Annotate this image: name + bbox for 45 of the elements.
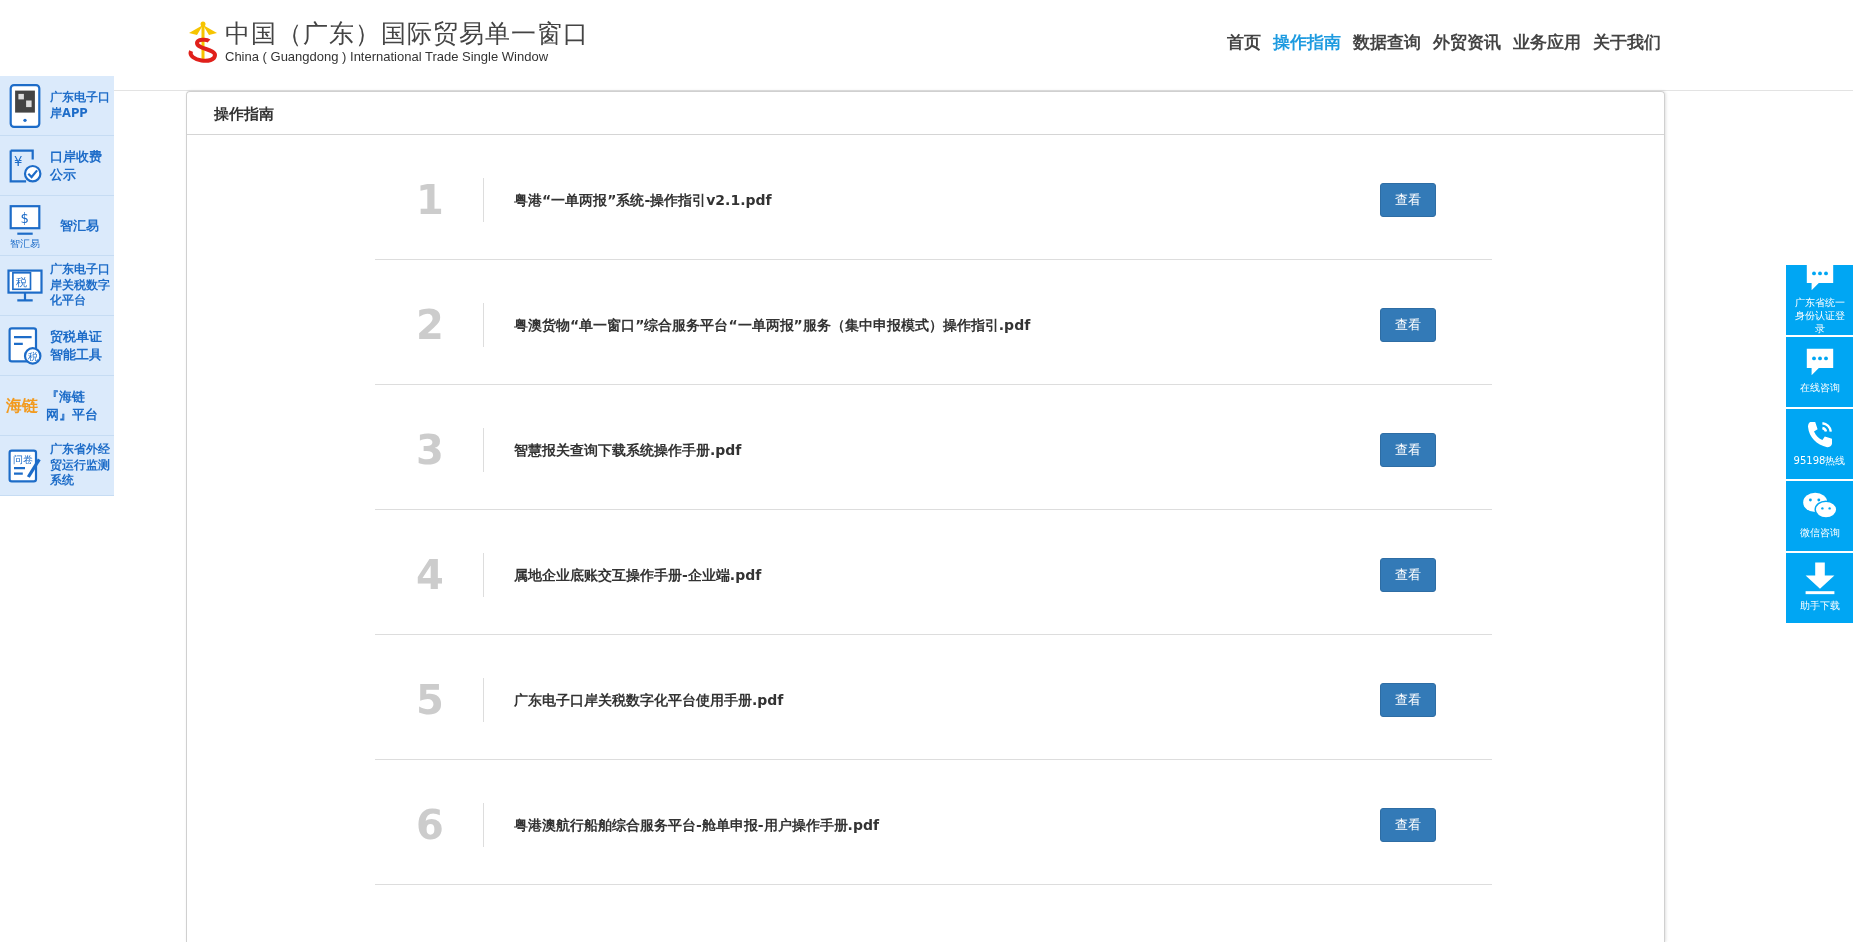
nav-link[interactable]: 外贸资讯 <box>1429 30 1505 56</box>
nav-link[interactable]: 数据查询 <box>1349 30 1425 56</box>
sidebar-link[interactable]: 广东电子口岸APP <box>0 76 114 136</box>
sidebar-label: 广东省外经贸运行监测系统 <box>50 442 110 489</box>
side-service-link[interactable]: 95198热线 <box>1786 409 1853 479</box>
side-service-link[interactable]: 广东省统一身份认证登录 <box>1786 265 1853 335</box>
sidebar-label: 广东电子口岸APP <box>50 90 110 121</box>
service-label: 广东省统一身份认证登录 <box>1793 296 1846 335</box>
nav-link[interactable]: 操作指南 <box>1269 30 1345 56</box>
side-service-link[interactable]: 在线咨询 <box>1786 337 1853 407</box>
sidebar-label: 智汇易 <box>60 216 100 235</box>
sidebar-link[interactable]: $ 智汇易 智汇易 <box>0 196 114 256</box>
wordmark-icon: 海链 <box>6 393 40 418</box>
sidebar-link[interactable]: ¥ 口岸收费公示 <box>0 136 114 196</box>
service-label: 助手下载 <box>1798 599 1841 612</box>
sidebar-link[interactable]: 税 广东电子口岸关税数字化平台 <box>0 256 114 316</box>
document-title: 智慧报关查询下载系统操作手册.pdf <box>514 440 743 460</box>
document-title: 粤澳货物“单一窗口”综合服务平台“一单两报”服务（集中申报模式）操作指引.pdf <box>514 315 1032 335</box>
sidebar-link[interactable]: 问卷 广东省外经贸运行监测系统 <box>0 436 114 496</box>
document-title: 广东电子口岸关税数字化平台使用手册.pdf <box>514 690 785 710</box>
nav-link[interactable]: 关于我们 <box>1589 30 1665 56</box>
panel-title: 操作指南 <box>187 92 1664 135</box>
nav-link[interactable]: 业务应用 <box>1509 30 1585 56</box>
site-subtitle: China ( Guangdong ) International Trade Single Window <box>225 48 550 66</box>
service-label: 微信咨询 <box>1798 526 1841 539</box>
sidebar-label: 『海链网』平台 <box>46 387 99 424</box>
view-button[interactable]: 查看 <box>1380 808 1436 842</box>
service-label: 在线咨询 <box>1798 381 1841 394</box>
sidebar-label: 广东电子口岸关税数字化平台 <box>50 262 110 309</box>
view-button[interactable]: 查看 <box>1380 308 1436 342</box>
side-service-link[interactable]: 助手下载 <box>1786 553 1853 623</box>
view-button[interactable]: 查看 <box>1380 558 1436 592</box>
sidebar-label: 贸税单证智能工具 <box>50 327 103 364</box>
sidebar-label: 口岸收费公示 <box>50 147 103 184</box>
site-title: 中国（广东）国际贸易单一窗口 <box>225 19 589 47</box>
document-title: 粤港澳航行船舶综合服务平台-舱单申报-用户操作手册.pdf <box>514 815 881 835</box>
side-service-link[interactable]: 微信咨询 <box>1786 481 1853 551</box>
nav-link[interactable]: 首页 <box>1223 30 1265 56</box>
view-button[interactable]: 查看 <box>1380 683 1436 717</box>
view-button[interactable]: 查看 <box>1380 433 1436 467</box>
sidebar-link[interactable]: 税 贸税单证智能工具 <box>0 316 114 376</box>
view-button[interactable]: 查看 <box>1380 183 1436 217</box>
document-title: 粤港“一单两报”系统-操作指引v2.1.pdf <box>514 190 773 210</box>
service-label: 95198热线 <box>1792 454 1847 467</box>
document-title: 属地企业底账交互操作手册-企业端.pdf <box>514 565 763 585</box>
